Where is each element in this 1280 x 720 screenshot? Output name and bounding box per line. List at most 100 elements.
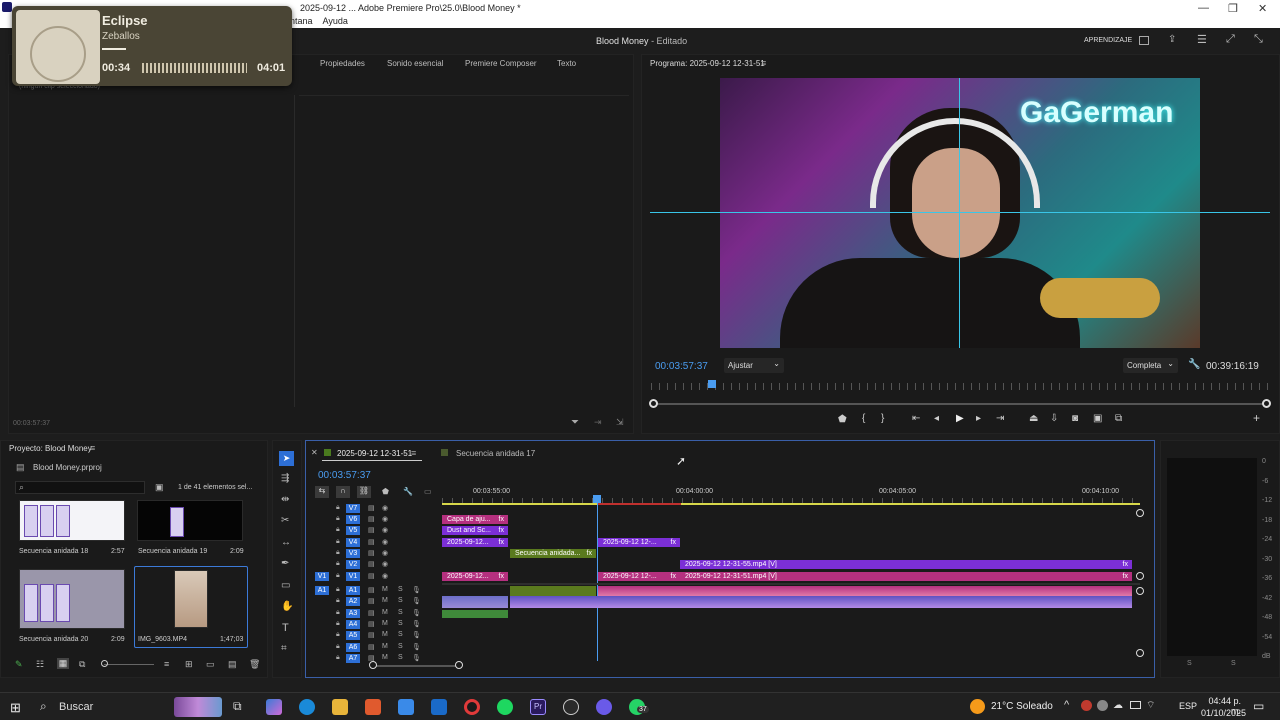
lock-icon[interactable]: 🔒︎	[336, 643, 340, 651]
windows-start-icon[interactable]: ⊞	[10, 700, 21, 716]
mute-button[interactable]: M	[382, 609, 388, 616]
menu-ventana[interactable]: ntana	[290, 16, 313, 26]
project-search-input[interactable]: ⌕	[15, 481, 145, 494]
outlook-icon[interactable]	[431, 699, 447, 715]
weather-text[interactable]: 21°C Soleado	[991, 701, 1053, 712]
solo-right[interactable]: S	[1231, 660, 1236, 667]
audio-track-header[interactable]: 🔒︎ A1 ▤ M S 🎙︎	[310, 586, 440, 597]
lock-icon[interactable]: 🔒︎	[336, 654, 340, 662]
solo-button[interactable]: S	[398, 586, 403, 593]
icon-view-icon[interactable]: ▦	[57, 658, 69, 669]
linked-selection-icon[interactable]: ⛓	[357, 486, 371, 498]
tray-chevron-icon[interactable]: ^	[1064, 699, 1069, 711]
waveform[interactable]	[142, 63, 247, 73]
program-video-frame[interactable]: GaGerman	[720, 78, 1200, 348]
solo-button[interactable]: S	[398, 620, 403, 627]
audio-track-header[interactable]: 🔒︎ A4 ▤ M S 🎙︎	[310, 619, 440, 631]
expand-icon[interactable]: ⤡	[1254, 33, 1263, 46]
solo-button[interactable]: S	[398, 643, 403, 650]
freeform-view-icon[interactable]: ⧉	[79, 659, 85, 670]
track-label[interactable]: A2	[346, 597, 360, 607]
h-scroll-start[interactable]	[369, 661, 377, 669]
chatgpt-icon[interactable]	[563, 699, 579, 715]
voiceover-mic-icon[interactable]: 🎙︎	[412, 609, 421, 617]
network-icon[interactable]: ⌔	[1146, 699, 1155, 712]
program-timecode[interactable]: 00:03:57:37	[655, 361, 708, 372]
tray-app-icon[interactable]	[1081, 700, 1092, 711]
mute-button[interactable]: M	[382, 631, 388, 638]
a1-track-end[interactable]	[1136, 587, 1144, 595]
thumbnail-img-9603[interactable]	[174, 570, 208, 628]
clip-nested-sequence[interactable]: Secuencia anidada... fx	[510, 549, 596, 558]
workspace-menu-icon[interactable]: ☰	[1197, 33, 1207, 46]
selection-tool-icon[interactable]: ➤	[279, 451, 294, 466]
thumbnail-seq-20[interactable]	[19, 569, 125, 629]
filter-icon[interactable]: ⏷	[571, 417, 579, 428]
voiceover-mic-icon[interactable]: 🎙︎	[412, 620, 421, 628]
panel-icon[interactable]	[1139, 36, 1149, 45]
clip-v2[interactable]: 2025-09-12 12-31-55.mp4 [V] fx	[680, 560, 1132, 569]
lock-icon[interactable]: 🔒︎	[336, 620, 340, 628]
toggle-output-icon[interactable]: ▤	[368, 620, 375, 628]
mute-button[interactable]: M	[382, 620, 388, 627]
playhead-line[interactable]	[597, 503, 598, 661]
mute-button[interactable]: M	[382, 586, 388, 593]
battery-icon[interactable]	[1130, 701, 1141, 709]
nest-toggle-icon[interactable]: ⇆	[315, 486, 329, 498]
playhead-handle[interactable]	[593, 495, 601, 503]
zoom-slider[interactable]	[104, 664, 154, 665]
track-label[interactable]: A5	[346, 631, 360, 641]
track-label[interactable]: A4	[346, 619, 360, 629]
zoom-slider-handle[interactable]	[101, 660, 108, 667]
file-explorer-icon[interactable]	[332, 699, 348, 715]
clip-adjustment-layer[interactable]: Capa de aju... fx	[442, 515, 508, 524]
track-label[interactable]: A1	[346, 586, 360, 595]
lock-icon[interactable]: 🔒︎	[336, 538, 340, 546]
type-icon[interactable]: T	[282, 622, 289, 634]
solo-button[interactable]: S	[398, 597, 403, 604]
menu-ayuda[interactable]: Ayuda	[323, 16, 348, 26]
track-label[interactable]: V7	[346, 504, 360, 513]
pencil-icon[interactable]: ✎	[15, 659, 23, 670]
vr-icon[interactable]: ⧉	[1115, 413, 1122, 424]
caption-icon[interactable]: ⌗	[281, 643, 287, 654]
go-to-out-icon[interactable]: ⇥	[996, 413, 1004, 424]
video-track-header[interactable]: 🔒︎ V5 ▤ ◉	[310, 526, 440, 537]
clip-dust-scratches[interactable]: Dust and Sc... fx	[442, 526, 508, 535]
project-title[interactable]: Proyecto: Blood Money	[9, 444, 92, 453]
audio-clip-a2-a[interactable]	[442, 596, 508, 608]
video-track-header[interactable]: 🔒︎ V7 ▤ ◉	[310, 504, 440, 515]
eye-icon[interactable]: ◉	[382, 526, 388, 534]
weather-icon[interactable]	[970, 699, 985, 714]
clip-v4-a[interactable]: 2025-09-12... fx	[442, 538, 508, 547]
voiceover-mic-icon[interactable]: 🎙︎	[412, 643, 421, 651]
source-patch-a1[interactable]: A1	[315, 586, 329, 595]
eye-icon[interactable]: ◉	[382, 504, 388, 512]
captions-icon[interactable]: ▭	[424, 487, 432, 496]
work-area-bar[interactable]	[442, 503, 1140, 505]
copilot-icon[interactable]	[266, 699, 282, 715]
hand-icon[interactable]: ✋	[281, 601, 293, 612]
scroll-end-handle[interactable]	[1262, 399, 1271, 408]
toggle-output-icon[interactable]: ▤	[368, 572, 375, 580]
tab-sonido-esencial[interactable]: Sonido esencial	[387, 59, 443, 68]
play-icon[interactable]: ▶	[956, 413, 964, 424]
video-track-header[interactable]: 🔒︎ V1 ▤ ◉	[310, 572, 440, 583]
audio-track-header[interactable]: 🔒︎ A5 ▤ M S 🎙︎	[310, 631, 440, 642]
mute-button[interactable]: M	[382, 643, 388, 650]
camera-icon[interactable]: ◙	[1072, 413, 1078, 424]
audio-clip-a1-a[interactable]	[510, 586, 596, 596]
marker-icon[interactable]: ⬟	[382, 487, 389, 496]
audio-track-header[interactable]: 🔒︎ A3 ▤ M S 🎙︎	[310, 608, 440, 620]
track-label[interactable]: V2	[346, 560, 360, 569]
automate-icon[interactable]: ⊞	[185, 659, 193, 670]
eye-icon[interactable]: ◉	[382, 549, 388, 557]
fit-dropdown[interactable]: Ajustar ⌄	[724, 358, 784, 373]
taskbar-search[interactable]: ⌕ Buscar	[32, 696, 222, 718]
program-title[interactable]: Programa: 2025-09-12 12-31-51	[650, 59, 765, 68]
compare-icon[interactable]: ▣	[1093, 413, 1102, 424]
brave-icon[interactable]	[365, 699, 381, 715]
program-scrollbar[interactable]	[653, 403, 1267, 405]
timeline-wrench-icon[interactable]: 🔧	[403, 487, 413, 496]
mute-button[interactable]: M	[382, 597, 388, 604]
